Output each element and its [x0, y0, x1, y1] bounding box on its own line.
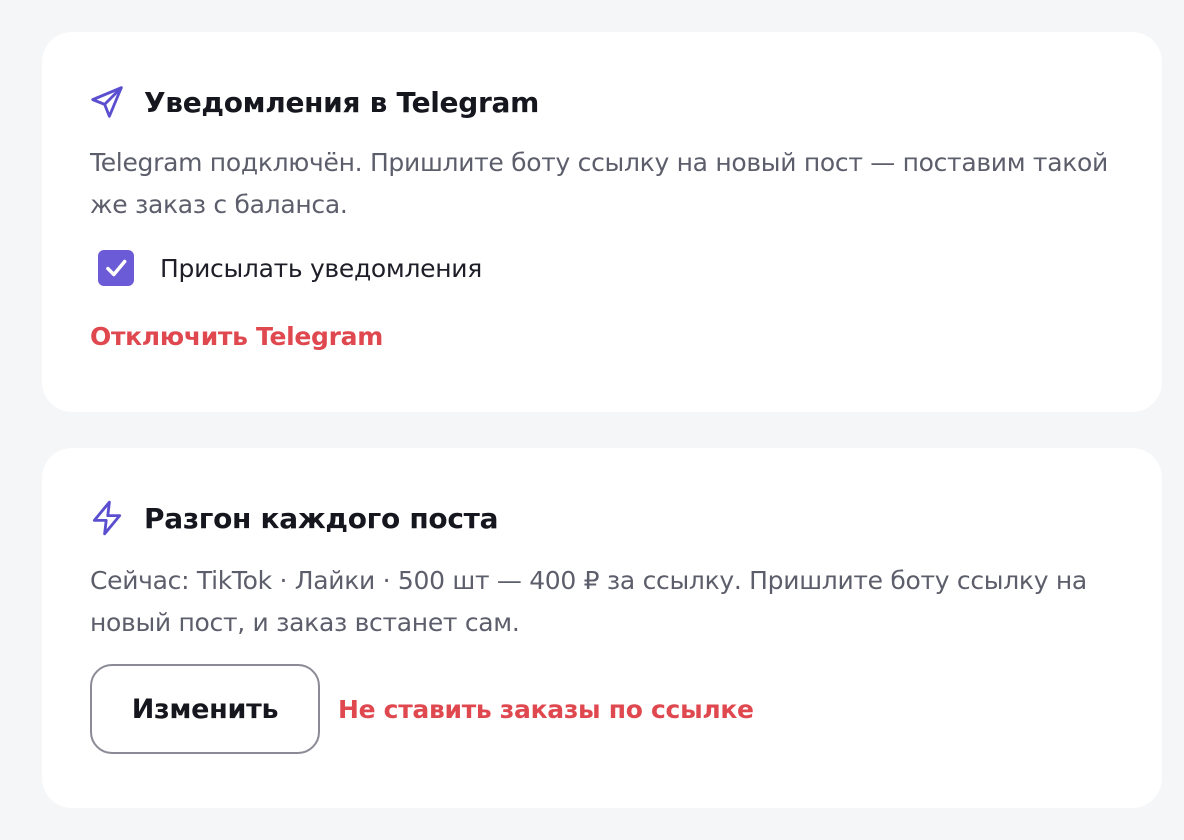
post-boost-card: Разгон каждого поста Сейчас: TikTok · Ла…	[42, 448, 1162, 808]
notifications-checkbox-row[interactable]: Присылать уведомления	[98, 250, 1114, 286]
telegram-notifications-card: Уведомления в Telegram Telegram подключё…	[42, 32, 1162, 412]
lightning-icon	[88, 499, 126, 537]
boost-card-description: Сейчас: TikTok · Лайки · 500 шт — 400 ₽ …	[90, 566, 1087, 637]
boost-actions: Изменить Не ставить заказы по ссылке	[90, 664, 1114, 754]
telegram-card-header: Уведомления в Telegram	[90, 82, 1114, 122]
stop-orders-link[interactable]: Не ставить заказы по ссылке	[338, 695, 754, 724]
checkmark-icon	[106, 259, 127, 277]
send-icon	[88, 83, 126, 121]
notifications-checkbox[interactable]	[98, 250, 134, 286]
boost-card-header: Разгон каждого поста	[90, 498, 1114, 538]
telegram-card-description: Telegram подключён. Пришлите боту ссылку…	[90, 148, 1108, 219]
telegram-card-title: Уведомления в Telegram	[144, 85, 539, 119]
disconnect-telegram-link[interactable]: Отключить Telegram	[90, 322, 383, 351]
boost-card-title: Разгон каждого поста	[144, 501, 499, 535]
notifications-checkbox-label[interactable]: Присылать уведомления	[160, 254, 482, 283]
change-button[interactable]: Изменить	[90, 664, 320, 754]
